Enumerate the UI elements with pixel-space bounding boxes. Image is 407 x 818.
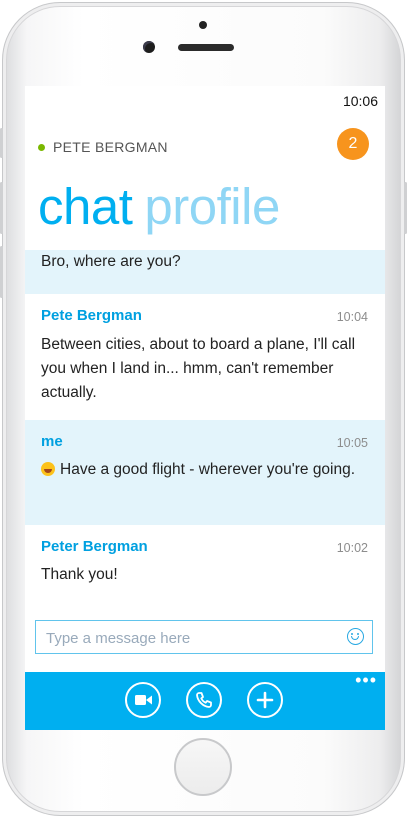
message-text: Bro, where are you?: [41, 253, 181, 270]
message-text: Have a good flight - wherever you're goi…: [60, 461, 356, 478]
message-sender: me: [41, 433, 63, 450]
proximity-sensor: [199, 21, 207, 29]
app-screen: 10:06 PETE BERGMAN 2 chat profile Bro, wh…: [25, 86, 385, 730]
message-text: Between cities, about to board a plane, …: [41, 336, 356, 401]
plus-icon: [256, 691, 274, 709]
message-text: Thank you!: [41, 566, 118, 583]
message-item: Pete Bergman 10:04 Between cities, about…: [25, 294, 385, 420]
message-time: 10:02: [336, 541, 368, 555]
add-button[interactable]: [247, 682, 283, 718]
message-item: Peter Bergman 10:02 Thank you!: [25, 525, 385, 600]
tab-chat[interactable]: chat: [38, 178, 133, 235]
message-composer: [35, 620, 373, 654]
message-sender: Pete Bergman: [41, 307, 142, 324]
silent-switch: [0, 128, 3, 158]
phone-icon: [196, 692, 212, 708]
volume-down-button: [0, 246, 3, 298]
video-camera-icon: [135, 695, 152, 705]
message-time: 10:05: [336, 436, 368, 450]
message-time: 10:04: [336, 310, 368, 324]
message-item: Bro, where are you?: [25, 250, 385, 294]
app-bar: •••: [25, 671, 385, 730]
message-list[interactable]: Bro, where are you? Pete Bergman 10:04 B…: [25, 250, 385, 590]
status-time: 10:06: [342, 93, 378, 109]
emoticon-icon[interactable]: [347, 628, 364, 645]
notification-badge[interactable]: 2: [337, 128, 369, 160]
laughing-face-icon: [41, 462, 55, 476]
volume-up-button: [0, 182, 3, 234]
more-options-icon[interactable]: •••: [355, 671, 377, 689]
pivot-header: chat profile: [38, 177, 280, 236]
online-status-icon: [38, 144, 45, 151]
voice-call-button[interactable]: [186, 682, 222, 718]
message-item: me 10:05 Have a good flight - wherever y…: [25, 420, 385, 525]
earpiece-speaker: [178, 44, 234, 51]
video-call-button[interactable]: [125, 682, 161, 718]
home-button[interactable]: [174, 738, 232, 796]
message-content: Have a good flight - wherever you're goi…: [41, 458, 361, 482]
contact-name[interactable]: PETE BERGMAN: [53, 139, 168, 155]
front-camera: [143, 41, 155, 53]
tab-profile[interactable]: profile: [144, 178, 280, 235]
message-input[interactable]: [44, 625, 338, 651]
message-sender: Peter Bergman: [41, 538, 148, 555]
